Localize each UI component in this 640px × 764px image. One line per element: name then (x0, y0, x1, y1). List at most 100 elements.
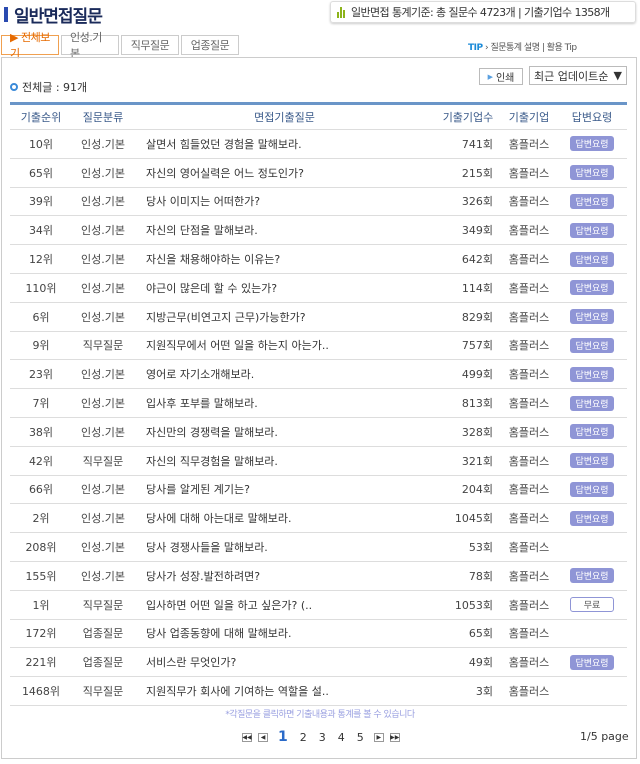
page-link[interactable]: 4 (338, 731, 345, 744)
table-row[interactable]: 110위 인성.기본 야근이 많은데 할 수 있는가? 114회 홈플러스 답변요령 (10, 273, 627, 303)
answer-tips-button[interactable]: 답변요령 (570, 337, 614, 353)
answer-cell: 답변요령 (557, 158, 627, 188)
stats-box: 일반면접 통계기준: 총 질문수 4723개 | 기출기업수 1358개 (330, 1, 636, 23)
total-text: 전체글 : 91개 (22, 81, 88, 94)
question-link[interactable]: 지원직무에서 어떤 일을 하는지 아는가.. (134, 331, 435, 361)
answer-tips-button[interactable]: 답변요령 (570, 165, 614, 181)
table-row[interactable]: 65위 인성.기본 자신의 영어실력은 어느 정도인가? 215회 홈플러스 답변요령 (10, 158, 627, 188)
table-row[interactable]: 208위 인성.기본 당사 경쟁사들을 말해보라. 53회 홈플러스 (10, 532, 627, 562)
arrow-icon: ▶ (487, 72, 493, 81)
table-row[interactable]: 38위 인성.기본 자신만의 경쟁력을 말해보라. 328회 홈플러스 답변요령 (10, 417, 627, 447)
answer-tips-button[interactable]: 답변요령 (570, 395, 614, 411)
tip-link[interactable]: TIP › 질문통계 설명 | 활용 Tip (468, 40, 577, 53)
table-row[interactable]: 23위 인성.기본 영어로 자기소개해보라. 499회 홈플러스 답변요령 (10, 359, 627, 390)
tab-job[interactable]: 직무질문 (121, 35, 179, 55)
count-cell: 321회 (435, 446, 501, 476)
tip-arrow-icon: › (484, 43, 489, 53)
page-link[interactable]: 1 (278, 729, 288, 745)
answer-tips-button[interactable]: 답변요령 (570, 510, 614, 526)
table-row[interactable]: 2위 인성.기본 당사에 대해 아는대로 말해보라. 1045회 홈플러스 답변요령 (10, 503, 627, 534)
answer-tips-button[interactable]: 답변요령 (570, 222, 614, 238)
question-link[interactable]: 당사 이미지는 어떠한가? (134, 187, 435, 217)
last-page-icon[interactable]: ▶▶ (389, 732, 400, 742)
table-row[interactable]: 1468위 직무질문 지원직무가 회사에 기여하는 역할을 설.. 3회 홈플러스 (10, 676, 627, 706)
page-link[interactable]: 3 (319, 731, 326, 744)
table-note: *각질문을 클릭하면 기출내용과 통계를 볼 수 있습니다 (225, 710, 415, 720)
table-row[interactable]: 7위 인성.기본 입사후 포부를 말해보라. 813회 홈플러스 답변요령 (10, 388, 627, 418)
table-row[interactable]: 6위 인성.기본 지방근무(비연고지 근무)가능한가? 829회 홈플러스 답변요령 (10, 302, 627, 332)
answer-tips-button[interactable]: 답변요령 (570, 568, 614, 584)
answer-cell: 답변요령 (557, 129, 627, 159)
table-row[interactable]: 42위 직무질문 자신의 직무경험을 말해보라. 321회 홈플러스 답변요령 (10, 446, 627, 476)
print-button[interactable]: ▶ 인쇄 (479, 68, 523, 85)
answer-cell: 답변요령 (557, 302, 627, 332)
table-row[interactable]: 172위 업종질문 당사 업종동향에 대해 말해보라. 65회 홈플러스 (10, 619, 627, 649)
answer-tips-button[interactable]: 답변요령 (570, 309, 614, 325)
question-link[interactable]: 영어로 자기소개해보라. (134, 359, 435, 390)
answer-tips-button[interactable]: 답변요령 (570, 424, 614, 440)
question-link[interactable]: 입사하면 어떤 일을 하고 싶은가? (.. (134, 590, 435, 620)
free-button[interactable]: 무료 (570, 597, 614, 613)
question-link[interactable]: 서비스란 무엇인가? (134, 647, 435, 678)
question-link[interactable]: 자신을 채용해야하는 이유는? (134, 244, 435, 274)
answer-tips-button[interactable]: 답변요령 (570, 366, 614, 382)
table-row[interactable]: 66위 인성.기본 당사를 알게된 계기는? 204회 홈플러스 답변요령 (10, 475, 627, 505)
question-link[interactable]: 야근이 많은데 할 수 있는가? (134, 273, 435, 303)
table-row[interactable]: 39위 인성.기본 당사 이미지는 어떠한가? 326회 홈플러스 답변요령 (10, 187, 627, 217)
question-link[interactable]: 입사후 포부를 말해보라. (134, 388, 435, 418)
circle-icon (10, 83, 18, 91)
question-link[interactable]: 당사 경쟁사들을 말해보라. (134, 532, 435, 562)
category-cell: 인성.기본 (72, 561, 134, 591)
table-row[interactable]: 1위 직무질문 입사하면 어떤 일을 하고 싶은가? (.. 1053회 홈플러스 무료 (10, 590, 627, 620)
rank-cell: 38위 (10, 417, 72, 447)
tab-all[interactable]: ▶ 전체보기 (1, 31, 59, 60)
question-link[interactable]: 자신의 영어실력은 어느 정도인가? (134, 158, 435, 188)
question-link[interactable]: 자신의 직무경험을 말해보라. (134, 446, 435, 476)
count-cell: 326회 (435, 187, 501, 217)
table-row[interactable]: 12위 인성.기본 자신을 채용해야하는 이유는? 642회 홈플러스 답변요령 (10, 244, 627, 274)
table-row[interactable]: 34위 인성.기본 자신의 단점을 말해보라. 349회 홈플러스 답변요령 (10, 215, 627, 246)
rank-cell: 208위 (10, 532, 72, 562)
page-link[interactable]: 5 (357, 731, 364, 744)
sort-select[interactable]: 최근 업데이트순 ▼ (529, 66, 627, 85)
answer-cell: 무료 (557, 590, 627, 620)
question-link[interactable]: 자신의 단점을 말해보라. (134, 215, 435, 246)
answer-tips-button[interactable]: 답변요령 (570, 481, 614, 497)
answer-tips-button[interactable]: 답변요령 (570, 453, 614, 469)
page-info: 1/5 page (580, 730, 629, 743)
question-link[interactable]: 당사에 대해 아는대로 말해보라. (134, 503, 435, 534)
company-cell: 홈플러스 (501, 561, 557, 591)
company-cell: 홈플러스 (501, 417, 557, 447)
stats-text: 일반면접 통계기준: 총 질문수 4723개 | 기출기업수 1358개 (351, 6, 610, 19)
company-cell: 홈플러스 (501, 475, 557, 505)
question-link[interactable]: 당사 업종동향에 대해 말해보라. (134, 619, 435, 649)
table-row[interactable]: 155위 인성.기본 당사가 성장.발전하려면? 78회 홈플러스 답변요령 (10, 561, 627, 591)
next-page-icon[interactable]: ▶ (373, 732, 384, 742)
answer-tips-button[interactable]: 답변요령 (570, 654, 614, 670)
answer-tips-button[interactable]: 답변요령 (570, 251, 614, 267)
answer-tips-button[interactable]: 답변요령 (570, 136, 614, 152)
table-row[interactable]: 10위 인성.기본 살면서 힘들었던 경험을 말해보라. 741회 홈플러스 답변요령 (10, 129, 627, 159)
category-cell: 업종질문 (72, 647, 134, 678)
count-cell: 204회 (435, 475, 501, 505)
first-page-icon[interactable]: ◀◀ (242, 732, 252, 742)
question-link[interactable]: 당사가 성장.발전하려면? (134, 561, 435, 591)
table-row[interactable]: 221위 업종질문 서비스란 무엇인가? 49회 홈플러스 답변요령 (10, 647, 627, 678)
question-link[interactable]: 자신만의 경쟁력을 말해보라. (134, 417, 435, 447)
company-cell: 홈플러스 (501, 359, 557, 390)
question-link[interactable]: 살면서 힘들었던 경험을 말해보라. (134, 129, 435, 159)
prev-page-icon[interactable]: ◀ (258, 732, 268, 742)
rank-cell: 66위 (10, 475, 72, 505)
tab-personality[interactable]: 인성.기본 (61, 31, 119, 60)
answer-tips-button[interactable]: 답변요령 (570, 193, 614, 209)
table-row[interactable]: 9위 직무질문 지원직무에서 어떤 일을 하는지 아는가.. 757회 홈플러스 답변요령 (10, 331, 627, 361)
question-link[interactable]: 지원직무가 회사에 기여하는 역할을 설.. (134, 676, 435, 706)
question-link[interactable]: 지방근무(비연고지 근무)가능한가? (134, 302, 435, 332)
page-link[interactable]: 2 (300, 731, 307, 744)
question-link[interactable]: 당사를 알게된 계기는? (134, 475, 435, 505)
company-cell: 홈플러스 (501, 129, 557, 159)
tip-label: TIP (468, 43, 483, 53)
rank-cell: 110위 (10, 273, 72, 303)
answer-tips-button[interactable]: 답변요령 (570, 280, 614, 296)
tab-industry[interactable]: 업종질문 (181, 35, 239, 55)
